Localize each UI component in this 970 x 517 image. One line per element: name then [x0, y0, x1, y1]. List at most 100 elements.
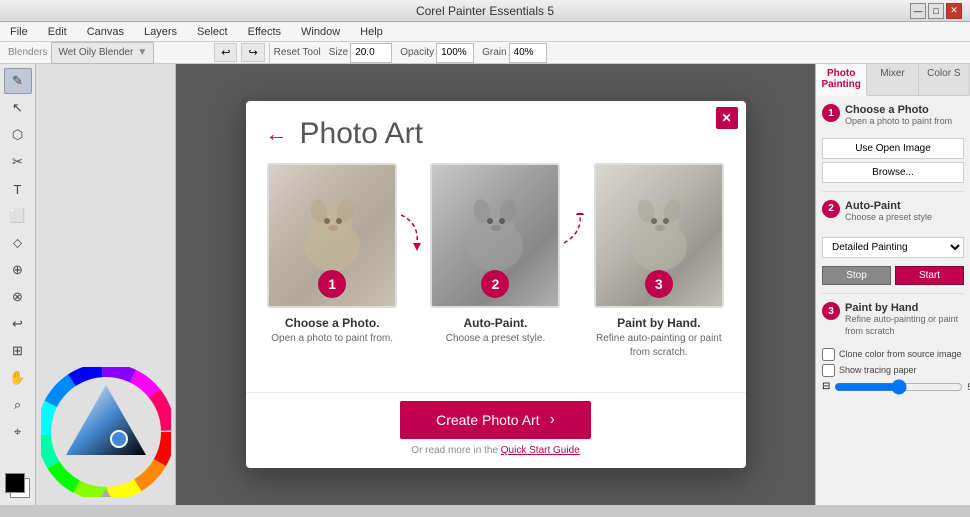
divider-2: [822, 293, 964, 294]
tools-panel: ✎ ↖ ⬡ ✂ T ⬜ ⬦ ⊕ ⊗ ↩ ⊞ ✋ ⌕ ⌖: [0, 64, 36, 505]
bg-color-swatch[interactable]: [5, 473, 31, 499]
right-step-2: 2 Auto-Paint Choose a preset style: [822, 200, 964, 224]
tools-top: ✎ ↖ ⬡ ✂ T ⬜ ⬦ ⊕ ⊗ ↩ ⊞ ✋ ⌕ ⌖: [4, 64, 32, 473]
step-label-title-3: Paint by Hand.: [617, 316, 700, 330]
tool-lasso[interactable]: ⬦: [4, 230, 32, 256]
maximize-button[interactable]: □: [928, 3, 944, 19]
close-button[interactable]: ✕: [946, 3, 962, 19]
quick-start-link[interactable]: Quick Start Guide: [501, 445, 580, 456]
tab-color-s[interactable]: Color S: [919, 64, 970, 95]
tracing-paper-checkbox[interactable]: [822, 364, 835, 377]
dialog-title: Photo Art: [300, 117, 423, 151]
tool-brush[interactable]: ✎: [4, 68, 32, 94]
stop-button[interactable]: Stop: [822, 266, 891, 285]
step-badge-2: 2: [481, 270, 509, 298]
opacity-label: Opacity: [400, 47, 434, 58]
right-step-title-3: Paint by Hand: [845, 302, 964, 314]
opacity-icon: ⊟: [822, 381, 830, 392]
window-title: Corel Painter Essentials 5: [416, 4, 554, 18]
app-body: ✎ ↖ ⬡ ✂ T ⬜ ⬦ ⊕ ⊗ ↩ ⊞ ✋ ⌕ ⌖: [0, 64, 970, 505]
reset-tool-label: Reset Tool: [274, 47, 321, 58]
tool-rect[interactable]: ⬜: [4, 203, 32, 229]
clone-color-checkbox[interactable]: [822, 348, 835, 361]
dog-illustration-2: [455, 191, 535, 281]
tracing-paper-row: Show tracing paper: [822, 364, 964, 377]
right-step-circle-2: 2: [822, 200, 840, 218]
dialog-close-button[interactable]: ✕: [716, 107, 738, 129]
right-step-content-3: Paint by Hand Refine auto-painting or pa…: [845, 302, 964, 337]
dialog: ✕ ← Photo Art: [246, 101, 746, 468]
dialog-overlay: ✕ ← Photo Art: [176, 64, 815, 505]
undo-button[interactable]: ↩: [214, 43, 237, 62]
step-label-title-1: Choose a Photo.: [285, 316, 380, 330]
color-wheel-panel: [36, 64, 176, 505]
tool-select[interactable]: ↖: [4, 95, 32, 121]
menu-window[interactable]: Window: [295, 24, 346, 40]
right-step-content-2: Auto-Paint Choose a preset style: [845, 200, 964, 224]
tool-remove[interactable]: ⊗: [4, 284, 32, 310]
step-badge-3: 3: [645, 270, 673, 298]
right-step-1: 1 Choose a Photo Open a photo to paint f…: [822, 104, 964, 128]
redo-button[interactable]: ↪: [241, 43, 264, 62]
blender-selector[interactable]: Wet Oily Blender ▼: [51, 42, 154, 64]
canvas-area: ✕ ← Photo Art: [176, 64, 815, 505]
minimize-button[interactable]: —: [910, 3, 926, 19]
style-dropdown[interactable]: Detailed Painting: [822, 237, 964, 258]
step-label-desc-2: Choose a preset style.: [446, 332, 546, 346]
tool-hand[interactable]: ✋: [4, 365, 32, 391]
right-content: 1 Choose a Photo Open a photo to paint f…: [816, 96, 970, 505]
divider-1: [822, 191, 964, 192]
right-step-content-1: Choose a Photo Open a photo to paint fro…: [845, 104, 964, 128]
opacity-slider-row: ⊟ 50%: [822, 381, 964, 393]
use-open-image-button[interactable]: Use Open Image: [822, 138, 964, 159]
tool-shape[interactable]: ⬡: [4, 122, 32, 148]
menu-effects[interactable]: Effects: [242, 24, 287, 40]
step-label-desc-3: Refine auto-painting or paint from scrat…: [592, 332, 725, 360]
menu-layers[interactable]: Layers: [138, 24, 183, 40]
menu-bar: File Edit Canvas Layers Select Effects W…: [0, 22, 970, 42]
create-btn-arrow-icon: ›: [550, 411, 555, 429]
tool-crop[interactable]: ✂: [4, 149, 32, 175]
step-image-1: 1: [267, 163, 397, 308]
stop-start-row: Stop Start: [822, 266, 964, 285]
arrow-2: [562, 163, 592, 253]
size-input[interactable]: [350, 43, 392, 63]
create-photo-art-button[interactable]: Create Photo Art ›: [400, 401, 591, 439]
create-btn-label: Create Photo Art: [436, 412, 540, 428]
tool-zoom[interactable]: ⌕: [4, 392, 32, 418]
tool-grid[interactable]: ⊞: [4, 338, 32, 364]
tab-mixer[interactable]: Mixer: [867, 64, 918, 95]
dialog-body: 1 Choose a Photo. Open a photo to paint …: [246, 163, 746, 392]
right-step-3: 3 Paint by Hand Refine auto-painting or …: [822, 302, 964, 337]
tab-photo-painting[interactable]: Photo Painting: [816, 64, 867, 96]
tool-transform[interactable]: ↩: [4, 311, 32, 337]
dialog-back-button[interactable]: ←: [266, 123, 288, 145]
step-card-1: 1 Choose a Photo. Open a photo to paint …: [266, 163, 399, 346]
blender-label: Blenders: [8, 47, 47, 58]
dog-illustration-1: [292, 191, 372, 281]
opacity-input[interactable]: [436, 43, 474, 63]
browse-button[interactable]: Browse...: [822, 162, 964, 183]
tool-text[interactable]: T: [4, 176, 32, 202]
right-tabs: Photo Painting Mixer Color S: [816, 64, 970, 96]
window-controls: — □ ✕: [910, 3, 962, 19]
step-label-desc-1: Open a photo to paint from.: [271, 332, 393, 346]
menu-file[interactable]: File: [4, 24, 34, 40]
size-label: Size: [329, 47, 348, 58]
grain-input[interactable]: [509, 43, 547, 63]
color-wheel[interactable]: [41, 367, 171, 497]
menu-edit[interactable]: Edit: [42, 24, 73, 40]
tools-bottom: [5, 473, 31, 505]
clone-color-label: Clone color from source image: [839, 349, 962, 359]
menu-help[interactable]: Help: [354, 24, 389, 40]
right-step-circle-1: 1: [822, 104, 840, 122]
tool-target[interactable]: ⌖: [4, 419, 32, 445]
start-button[interactable]: Start: [895, 266, 964, 285]
menu-canvas[interactable]: Canvas: [81, 24, 130, 40]
menu-select[interactable]: Select: [191, 24, 234, 40]
dialog-footer: Create Photo Art › Or read more in the Q…: [246, 392, 746, 468]
opacity-slider[interactable]: [834, 381, 963, 393]
tool-add[interactable]: ⊕: [4, 257, 32, 283]
step-card-2: 2 Auto-Paint. Choose a preset style.: [429, 163, 562, 346]
right-step-desc-2: Choose a preset style: [845, 212, 964, 224]
